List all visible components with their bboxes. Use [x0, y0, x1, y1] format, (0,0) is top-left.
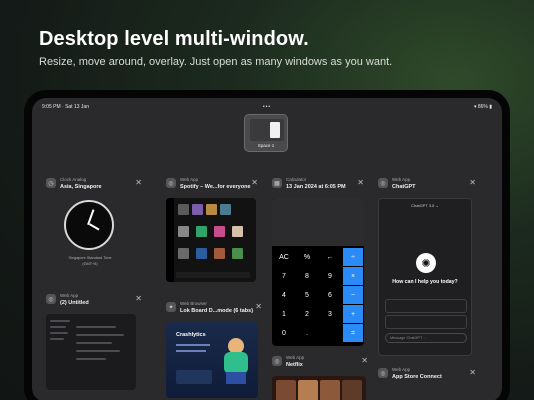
close-icon[interactable]: ✕	[361, 356, 368, 365]
close-icon[interactable]: ✕	[251, 178, 258, 187]
window-title: (2) Untitled	[60, 300, 89, 306]
calculator-key[interactable]: 8	[297, 267, 317, 285]
calculator-key[interactable]: ×	[343, 267, 363, 285]
window-kind: Web Browser	[180, 301, 207, 306]
chatgpt-model-bar: ChatGPT 3.5 ⌄	[411, 203, 439, 208]
calculator-key[interactable]: 9	[320, 267, 340, 285]
calculator-key[interactable]: ←	[320, 248, 340, 266]
web-app-icon: ◎	[378, 368, 388, 378]
window-chatgpt[interactable]: ◎ Web App ChatGPT ✕ ChatGPT 3.5 ⌄ ✺ How …	[378, 176, 476, 356]
timezone-offset: (GMT+8)	[82, 262, 98, 266]
window-untitled[interactable]: ◎ Web App (2) Untitled ✕	[46, 292, 142, 392]
web-app-icon: ◎	[166, 178, 176, 188]
web-app-icon: ◎	[378, 178, 388, 188]
compass-icon: ✦	[166, 302, 176, 312]
crashlytics-heading: Crashlytics	[176, 332, 206, 338]
window-title: Spotify – We...for everyone	[180, 184, 251, 190]
web-app-icon: ◎	[46, 294, 56, 304]
window-title: Netflix	[286, 362, 303, 368]
window-netflix[interactable]: ◎ Web App Netflix ✕	[272, 354, 368, 400]
window-calculator[interactable]: ▦ Calculator 13 Jan 2024 at 6:05 PM ✕ AC…	[272, 176, 364, 346]
status-bar: 9:05 PM · Sat 13 Jan ••• ▾ 86% ▮	[42, 104, 492, 114]
close-icon[interactable]: ✕	[469, 178, 476, 187]
close-icon[interactable]: ✕	[135, 178, 142, 187]
untitled-thumbnail[interactable]	[46, 314, 136, 390]
window-kind: Clock Analog	[60, 177, 87, 182]
timezone-name: Singapore Standard Time	[68, 256, 112, 260]
window-kind: Web App	[286, 355, 305, 360]
window-title: App Store Connect	[392, 374, 442, 380]
calculator-key[interactable]: 6	[320, 286, 340, 304]
window-spotify[interactable]: ◎ Web App Spotify – We...for everyone ✕	[166, 176, 258, 286]
close-icon[interactable]: ✕	[469, 368, 476, 377]
window-title: Asia, Singapore	[60, 184, 102, 190]
ipad-frame: 9:05 PM · Sat 13 Jan ••• ▾ 86% ▮ Space 1…	[24, 90, 510, 400]
window-kind: Web App	[60, 293, 79, 298]
close-icon[interactable]: ✕	[255, 302, 262, 311]
calculator-key[interactable]: =	[343, 324, 363, 342]
window-kind: Web App	[392, 367, 411, 372]
clock-icon: ◷	[46, 178, 56, 188]
calculator-key[interactable]: +	[343, 305, 363, 323]
calculator-key[interactable]: 1	[274, 305, 294, 323]
calculator-key[interactable]: 3	[320, 305, 340, 323]
close-icon[interactable]: ✕	[357, 178, 364, 187]
web-app-icon: ◎	[272, 356, 282, 366]
headline: Desktop level multi-window.	[39, 28, 309, 50]
window-title: 13 Jan 2024 at 6:05 PM	[286, 184, 346, 190]
window-appstore[interactable]: ◎ Web App App Store Connect ✕	[378, 366, 476, 400]
window-browser[interactable]: ✦ Web Browser Lok Board D...mode (6 tabs…	[166, 300, 262, 400]
chatgpt-prompt: How can I help you today?	[392, 279, 458, 285]
window-title: Lok Board D...mode (6 tabs)	[180, 308, 254, 314]
subheadline: Resize, move around, overlay. Just open …	[39, 56, 393, 68]
window-kind: Web App	[392, 177, 411, 182]
analog-clock	[64, 200, 114, 250]
spotify-thumbnail[interactable]	[166, 198, 256, 282]
openai-logo-icon: ✺	[416, 253, 436, 273]
window-kind: Web App	[180, 177, 199, 182]
calculator-key[interactable]: 4	[274, 286, 294, 304]
calculator-key[interactable]: %	[297, 248, 317, 266]
ipad-screen: 9:05 PM · Sat 13 Jan ••• ▾ 86% ▮ Space 1…	[32, 98, 502, 400]
status-battery: ▾ 86% ▮	[473, 104, 492, 110]
window-title: ChatGPT	[392, 184, 416, 190]
calculator-icon: ▦	[272, 178, 282, 188]
calculator-key[interactable]: 2	[297, 305, 317, 323]
calculator-key[interactable]: ÷	[343, 248, 363, 266]
space-1-thumbnail[interactable]: Space 1	[244, 114, 288, 152]
browser-thumbnail[interactable]: Crashlytics	[166, 322, 258, 398]
status-time: 9:05 PM · Sat 13 Jan	[42, 104, 89, 110]
calculator-key[interactable]: AC	[274, 248, 294, 266]
calculator-key[interactable]: 7	[274, 267, 294, 285]
calculator-key[interactable]: −	[343, 286, 363, 304]
netflix-thumbnail[interactable]	[272, 376, 366, 400]
chatgpt-thumbnail[interactable]: ChatGPT 3.5 ⌄ ✺ How can I help you today…	[378, 198, 472, 356]
calculator-key[interactable]: .	[297, 324, 317, 342]
space-label: Space 1	[257, 143, 275, 148]
calculator-key[interactable]: 0	[274, 324, 294, 342]
calculator-thumbnail[interactable]: AC% ← ÷ 7 8 9 × 4 5 6− 1 2 3 +0. =	[272, 198, 364, 346]
chatgpt-message-input: Message ChatGPT…	[385, 333, 467, 343]
window-clock[interactable]: ◷ Clock Analog Asia, Singapore ✕ Singapo…	[46, 176, 142, 286]
close-icon[interactable]: ✕	[135, 294, 142, 303]
calculator-key[interactable]: 5	[297, 286, 317, 304]
multitask-dots[interactable]: •••	[263, 104, 271, 110]
window-kind: Calculator	[286, 177, 307, 182]
